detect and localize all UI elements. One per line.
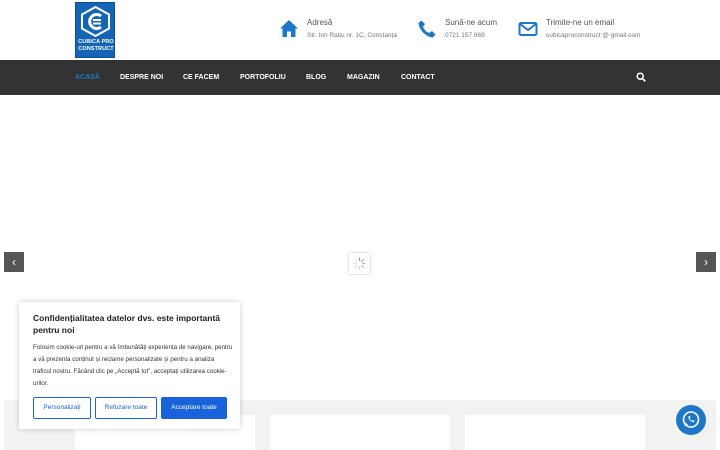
address-value: Str. Ion Rațiu nr. 1C, Constanța (307, 32, 397, 39)
customize-button[interactable]: Personalizați (33, 397, 91, 419)
logo-cube-icon (81, 6, 110, 37)
nav-item-despre-noi[interactable]: DESPRE NOI (120, 60, 163, 95)
cookie-title: Confidențialitatea datelor dvs. este imp… (33, 313, 221, 335)
top-header: CUBICA PRO CONSTRUCT Adresă Str. Ion Raț… (0, 0, 720, 60)
envelope-icon (518, 22, 538, 36)
whatsapp-icon (682, 411, 700, 428)
nav-item-ce-facem[interactable]: CE FACEM (183, 60, 219, 95)
phone-icon (418, 20, 436, 38)
main-nav: ACASĂ DESPRE NOI CE FACEM PORTOFOLIU BLO… (0, 60, 720, 95)
nav-item-magazin[interactable]: MAGAZIN (347, 60, 380, 95)
phone-title: Sună-ne acum (445, 18, 498, 27)
site-logo[interactable]: CUBICA PRO CONSTRUCT (75, 2, 115, 58)
logo-text: CUBICA PRO CONSTRUCT (77, 39, 115, 52)
email-value[interactable]: cubicaproconstruct @ gmail.com (546, 32, 640, 39)
cookie-consent-dialog: Confidențialitatea datelor dvs. este imp… (19, 302, 240, 429)
cookie-description: Folosim cookie-uri pentru a vă îmbunătăț… (33, 344, 233, 387)
slider-next-button[interactable]: › (696, 252, 716, 272)
slider-loading-icon (349, 253, 370, 274)
logo-line-2: CONSTRUCT (78, 45, 114, 52)
nav-item-contact[interactable]: CONTACT (401, 60, 435, 95)
home-icon (280, 20, 298, 37)
logo-line-1: CUBICA PRO (78, 39, 114, 45)
accept-all-button[interactable]: Acceptare toate (161, 397, 227, 419)
email-title: Trimite-ne un email (546, 18, 615, 27)
phone-value[interactable]: 0721 157 869 (445, 32, 485, 39)
service-card[interactable] (270, 415, 450, 450)
search-icon[interactable] (636, 72, 646, 82)
nav-item-acasa[interactable]: ACASĂ (75, 60, 100, 95)
slider-prev-button[interactable]: ‹ (4, 252, 24, 272)
whatsapp-button[interactable] (676, 405, 706, 435)
nav-item-blog[interactable]: BLOG (306, 60, 326, 95)
address-title: Adresă (307, 18, 333, 27)
reject-all-button[interactable]: Refuzare toate (95, 397, 157, 419)
service-card[interactable] (465, 415, 645, 450)
nav-item-portofoliu[interactable]: PORTOFOLIU (240, 60, 286, 95)
